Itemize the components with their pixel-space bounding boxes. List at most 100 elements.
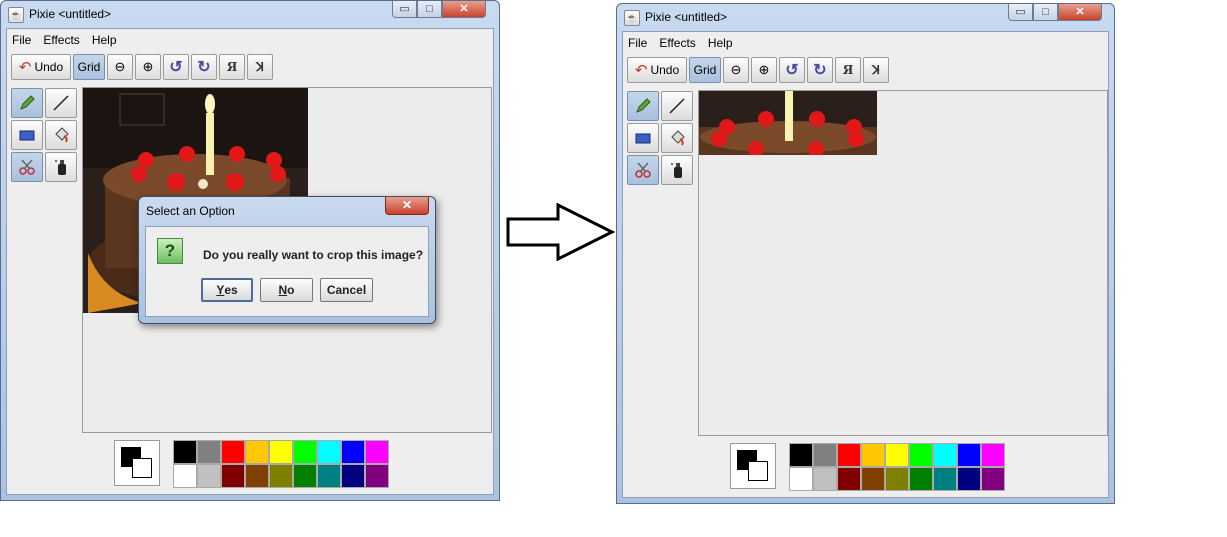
minimize-button[interactable]: ▭ <box>1008 4 1033 21</box>
color-swatch[interactable] <box>909 467 933 491</box>
color-swatch[interactable] <box>221 464 245 488</box>
current-colors[interactable] <box>730 443 776 489</box>
color-swatch[interactable] <box>293 464 317 488</box>
color-swatch[interactable] <box>957 443 981 467</box>
color-swatch[interactable] <box>861 443 885 467</box>
color-swatch[interactable] <box>365 440 389 464</box>
color-swatch[interactable] <box>813 443 837 467</box>
flip-horizontal-button[interactable]: Я <box>835 57 861 83</box>
color-swatch[interactable] <box>837 467 861 491</box>
color-swatch[interactable] <box>909 443 933 467</box>
color-swatch[interactable] <box>245 464 269 488</box>
window-title: Pixie <untitled> <box>29 7 112 21</box>
rectangle-icon <box>635 133 651 144</box>
close-button[interactable]: ✕ <box>1058 4 1102 21</box>
cancel-button[interactable]: Cancel <box>320 278 373 302</box>
flip-vertical-icon: ꓘ <box>872 63 880 77</box>
rotate-left-icon: ↺ <box>785 62 799 79</box>
rectangle-tool[interactable] <box>11 120 43 150</box>
color-swatch[interactable] <box>245 440 269 464</box>
line-tool[interactable] <box>45 88 77 118</box>
dialog-close-button[interactable]: ✕ <box>385 197 429 215</box>
drawing-canvas[interactable] <box>698 90 1108 436</box>
color-swatch[interactable] <box>861 467 885 491</box>
color-swatch[interactable] <box>813 467 837 491</box>
color-swatch[interactable] <box>173 440 197 464</box>
menu-file[interactable]: File <box>628 36 647 50</box>
color-swatch[interactable] <box>317 440 341 464</box>
rotate-left-button[interactable]: ↺ <box>779 57 805 83</box>
minimize-button[interactable]: ▭ <box>392 1 417 18</box>
maximize-button[interactable]: □ <box>417 1 442 18</box>
yes-button[interactable]: Yes <box>201 278 253 302</box>
color-swatch[interactable] <box>341 440 365 464</box>
close-button[interactable]: ✕ <box>442 1 486 18</box>
color-swatch[interactable] <box>981 443 1005 467</box>
maximize-button[interactable]: □ <box>1033 4 1058 21</box>
zoom-out-button[interactable]: ⊖ <box>723 57 749 83</box>
background-color[interactable] <box>748 461 768 481</box>
color-swatch[interactable] <box>173 464 197 488</box>
line-icon <box>669 98 685 114</box>
line-tool[interactable] <box>661 91 693 121</box>
color-swatch[interactable] <box>933 443 957 467</box>
spray-tool[interactable] <box>45 152 77 182</box>
flip-vertical-icon: ꓘ <box>256 60 264 74</box>
color-swatch[interactable] <box>837 443 861 467</box>
background-color[interactable] <box>132 458 152 478</box>
menu-effects[interactable]: Effects <box>659 36 695 50</box>
current-colors[interactable] <box>114 440 160 486</box>
color-swatch[interactable] <box>221 440 245 464</box>
undo-button[interactable]: ↶ Undo <box>627 57 687 83</box>
color-swatch[interactable] <box>341 464 365 488</box>
color-swatch[interactable] <box>197 464 221 488</box>
menu-effects[interactable]: Effects <box>43 33 79 47</box>
flip-vertical-button[interactable]: ꓘ <box>863 57 889 83</box>
pencil-tool[interactable] <box>11 88 43 118</box>
zoom-out-icon: ⊖ <box>114 59 126 74</box>
zoom-out-button[interactable]: ⊖ <box>107 54 133 80</box>
rotate-right-icon: ↻ <box>197 59 211 76</box>
zoom-in-button[interactable]: ⊕ <box>135 54 161 80</box>
rotate-right-button[interactable]: ↻ <box>807 57 833 83</box>
pencil-tool[interactable] <box>627 91 659 121</box>
color-swatch[interactable] <box>789 443 813 467</box>
window-controls: ▭ □ ✕ <box>1008 4 1102 22</box>
color-swatch[interactable] <box>317 464 341 488</box>
crop-tool[interactable] <box>11 152 43 182</box>
color-swatch[interactable] <box>981 467 1005 491</box>
menu-file[interactable]: File <box>12 33 31 47</box>
color-swatch[interactable] <box>885 467 909 491</box>
undo-button[interactable]: ↶ Undo <box>11 54 71 80</box>
color-swatch[interactable] <box>197 440 221 464</box>
yes-mnemonic: Y <box>216 283 225 297</box>
rotate-right-button[interactable]: ↻ <box>191 54 217 80</box>
spray-tool[interactable] <box>661 155 693 185</box>
color-swatch[interactable] <box>957 467 981 491</box>
rectangle-tool[interactable] <box>627 123 659 153</box>
zoom-in-button[interactable]: ⊕ <box>751 57 777 83</box>
menu-help[interactable]: Help <box>708 36 733 50</box>
flip-horizontal-button[interactable]: Я <box>219 54 245 80</box>
menu-bar: File Effects Help <box>623 32 1108 54</box>
color-swatch[interactable] <box>293 440 317 464</box>
zoom-in-icon: ⊕ <box>142 59 154 74</box>
color-swatch[interactable] <box>269 440 293 464</box>
fill-tool[interactable] <box>661 123 693 153</box>
color-swatch[interactable] <box>789 467 813 491</box>
color-swatch[interactable] <box>365 464 389 488</box>
color-swatch[interactable] <box>269 464 293 488</box>
crop-tool[interactable] <box>627 155 659 185</box>
flip-vertical-button[interactable]: ꓘ <box>247 54 273 80</box>
menu-help[interactable]: Help <box>92 33 117 47</box>
grid-toggle[interactable]: Grid <box>689 57 721 83</box>
rectangle-icon <box>19 130 35 141</box>
grid-toggle[interactable]: Grid <box>73 54 105 80</box>
rotate-left-button[interactable]: ↺ <box>163 54 189 80</box>
fill-bucket-icon <box>55 127 69 143</box>
fill-tool[interactable] <box>45 120 77 150</box>
no-button[interactable]: No <box>260 278 313 302</box>
dialog-title: Select an Option <box>146 204 235 218</box>
color-swatch[interactable] <box>933 467 957 491</box>
color-swatch[interactable] <box>885 443 909 467</box>
